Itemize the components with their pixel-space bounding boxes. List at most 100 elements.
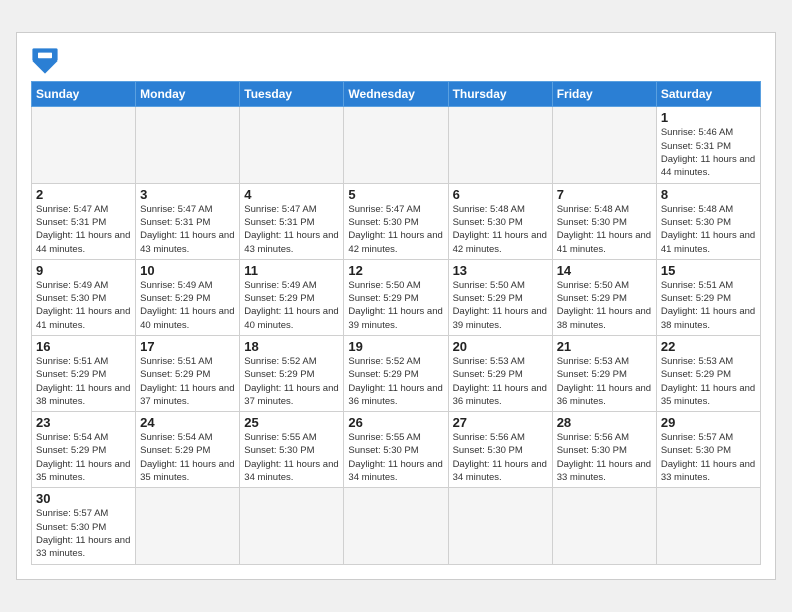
day-header-friday: Friday <box>552 82 656 107</box>
day-header-monday: Monday <box>136 82 240 107</box>
cell-info: Sunrise: 5:56 AMSunset: 5:30 PMDaylight:… <box>453 431 548 484</box>
day-number: 19 <box>348 339 443 354</box>
day-number: 1 <box>661 110 756 125</box>
cell-info: Sunrise: 5:49 AMSunset: 5:30 PMDaylight:… <box>36 279 131 332</box>
cell-info: Sunrise: 5:50 AMSunset: 5:29 PMDaylight:… <box>348 279 443 332</box>
day-cell <box>448 107 552 183</box>
week-row-5: 30Sunrise: 5:57 AMSunset: 5:30 PMDayligh… <box>32 488 761 564</box>
week-row-1: 2Sunrise: 5:47 AMSunset: 5:31 PMDaylight… <box>32 183 761 259</box>
cell-info: Sunrise: 5:49 AMSunset: 5:29 PMDaylight:… <box>140 279 235 332</box>
cell-info: Sunrise: 5:55 AMSunset: 5:30 PMDaylight:… <box>348 431 443 484</box>
week-row-4: 23Sunrise: 5:54 AMSunset: 5:29 PMDayligh… <box>32 412 761 488</box>
day-cell: 20Sunrise: 5:53 AMSunset: 5:29 PMDayligh… <box>448 336 552 412</box>
cell-info: Sunrise: 5:53 AMSunset: 5:29 PMDaylight:… <box>557 355 652 408</box>
day-cell <box>136 107 240 183</box>
day-number: 24 <box>140 415 235 430</box>
day-number: 7 <box>557 187 652 202</box>
day-number: 30 <box>36 491 131 506</box>
day-number: 26 <box>348 415 443 430</box>
day-number: 22 <box>661 339 756 354</box>
day-cell: 18Sunrise: 5:52 AMSunset: 5:29 PMDayligh… <box>240 336 344 412</box>
day-cell <box>552 488 656 564</box>
day-number: 4 <box>244 187 339 202</box>
cell-info: Sunrise: 5:52 AMSunset: 5:29 PMDaylight:… <box>348 355 443 408</box>
day-number: 5 <box>348 187 443 202</box>
day-cell: 10Sunrise: 5:49 AMSunset: 5:29 PMDayligh… <box>136 259 240 335</box>
day-cell: 1Sunrise: 5:46 AMSunset: 5:31 PMDaylight… <box>656 107 760 183</box>
cell-info: Sunrise: 5:57 AMSunset: 5:30 PMDaylight:… <box>36 507 131 560</box>
day-number: 3 <box>140 187 235 202</box>
cell-info: Sunrise: 5:49 AMSunset: 5:29 PMDaylight:… <box>244 279 339 332</box>
cell-info: Sunrise: 5:52 AMSunset: 5:29 PMDaylight:… <box>244 355 339 408</box>
day-cell: 16Sunrise: 5:51 AMSunset: 5:29 PMDayligh… <box>32 336 136 412</box>
day-cell: 6Sunrise: 5:48 AMSunset: 5:30 PMDaylight… <box>448 183 552 259</box>
day-cell: 21Sunrise: 5:53 AMSunset: 5:29 PMDayligh… <box>552 336 656 412</box>
day-cell: 27Sunrise: 5:56 AMSunset: 5:30 PMDayligh… <box>448 412 552 488</box>
day-cell: 24Sunrise: 5:54 AMSunset: 5:29 PMDayligh… <box>136 412 240 488</box>
day-number: 27 <box>453 415 548 430</box>
week-row-3: 16Sunrise: 5:51 AMSunset: 5:29 PMDayligh… <box>32 336 761 412</box>
day-cell: 26Sunrise: 5:55 AMSunset: 5:30 PMDayligh… <box>344 412 448 488</box>
day-cell: 28Sunrise: 5:56 AMSunset: 5:30 PMDayligh… <box>552 412 656 488</box>
day-cell <box>32 107 136 183</box>
cell-info: Sunrise: 5:47 AMSunset: 5:30 PMDaylight:… <box>348 203 443 256</box>
day-cell: 19Sunrise: 5:52 AMSunset: 5:29 PMDayligh… <box>344 336 448 412</box>
day-number: 13 <box>453 263 548 278</box>
day-number: 17 <box>140 339 235 354</box>
day-cell: 11Sunrise: 5:49 AMSunset: 5:29 PMDayligh… <box>240 259 344 335</box>
day-number: 8 <box>661 187 756 202</box>
day-header-wednesday: Wednesday <box>344 82 448 107</box>
cell-info: Sunrise: 5:47 AMSunset: 5:31 PMDaylight:… <box>244 203 339 256</box>
day-header-saturday: Saturday <box>656 82 760 107</box>
general-blue-icon <box>31 47 59 75</box>
header-area <box>31 43 761 75</box>
cell-info: Sunrise: 5:51 AMSunset: 5:29 PMDaylight:… <box>661 279 756 332</box>
day-cell: 8Sunrise: 5:48 AMSunset: 5:30 PMDaylight… <box>656 183 760 259</box>
day-number: 18 <box>244 339 339 354</box>
day-cell <box>240 488 344 564</box>
day-cell: 29Sunrise: 5:57 AMSunset: 5:30 PMDayligh… <box>656 412 760 488</box>
cell-info: Sunrise: 5:51 AMSunset: 5:29 PMDaylight:… <box>36 355 131 408</box>
day-cell: 2Sunrise: 5:47 AMSunset: 5:31 PMDaylight… <box>32 183 136 259</box>
day-number: 16 <box>36 339 131 354</box>
day-cell: 25Sunrise: 5:55 AMSunset: 5:30 PMDayligh… <box>240 412 344 488</box>
day-cell <box>552 107 656 183</box>
day-cell: 23Sunrise: 5:54 AMSunset: 5:29 PMDayligh… <box>32 412 136 488</box>
cell-info: Sunrise: 5:53 AMSunset: 5:29 PMDaylight:… <box>453 355 548 408</box>
cell-info: Sunrise: 5:48 AMSunset: 5:30 PMDaylight:… <box>661 203 756 256</box>
day-cell: 22Sunrise: 5:53 AMSunset: 5:29 PMDayligh… <box>656 336 760 412</box>
day-number: 10 <box>140 263 235 278</box>
logo <box>31 47 63 75</box>
day-number: 25 <box>244 415 339 430</box>
day-cell <box>344 488 448 564</box>
cell-info: Sunrise: 5:53 AMSunset: 5:29 PMDaylight:… <box>661 355 756 408</box>
cell-info: Sunrise: 5:54 AMSunset: 5:29 PMDaylight:… <box>36 431 131 484</box>
day-cell <box>240 107 344 183</box>
day-cell: 13Sunrise: 5:50 AMSunset: 5:29 PMDayligh… <box>448 259 552 335</box>
day-header-thursday: Thursday <box>448 82 552 107</box>
cell-info: Sunrise: 5:47 AMSunset: 5:31 PMDaylight:… <box>140 203 235 256</box>
day-header-tuesday: Tuesday <box>240 82 344 107</box>
day-cell <box>136 488 240 564</box>
day-cell: 3Sunrise: 5:47 AMSunset: 5:31 PMDaylight… <box>136 183 240 259</box>
day-number: 9 <box>36 263 131 278</box>
cell-info: Sunrise: 5:48 AMSunset: 5:30 PMDaylight:… <box>557 203 652 256</box>
day-cell: 14Sunrise: 5:50 AMSunset: 5:29 PMDayligh… <box>552 259 656 335</box>
cell-info: Sunrise: 5:54 AMSunset: 5:29 PMDaylight:… <box>140 431 235 484</box>
week-row-2: 9Sunrise: 5:49 AMSunset: 5:30 PMDaylight… <box>32 259 761 335</box>
cell-info: Sunrise: 5:50 AMSunset: 5:29 PMDaylight:… <box>557 279 652 332</box>
cell-info: Sunrise: 5:56 AMSunset: 5:30 PMDaylight:… <box>557 431 652 484</box>
day-number: 11 <box>244 263 339 278</box>
day-cell <box>656 488 760 564</box>
cell-info: Sunrise: 5:57 AMSunset: 5:30 PMDaylight:… <box>661 431 756 484</box>
day-cell: 30Sunrise: 5:57 AMSunset: 5:30 PMDayligh… <box>32 488 136 564</box>
day-number: 20 <box>453 339 548 354</box>
day-number: 15 <box>661 263 756 278</box>
cell-info: Sunrise: 5:47 AMSunset: 5:31 PMDaylight:… <box>36 203 131 256</box>
day-cell: 5Sunrise: 5:47 AMSunset: 5:30 PMDaylight… <box>344 183 448 259</box>
day-number: 14 <box>557 263 652 278</box>
cell-info: Sunrise: 5:55 AMSunset: 5:30 PMDaylight:… <box>244 431 339 484</box>
day-number: 2 <box>36 187 131 202</box>
day-header-row: SundayMondayTuesdayWednesdayThursdayFrid… <box>32 82 761 107</box>
day-cell: 15Sunrise: 5:51 AMSunset: 5:29 PMDayligh… <box>656 259 760 335</box>
